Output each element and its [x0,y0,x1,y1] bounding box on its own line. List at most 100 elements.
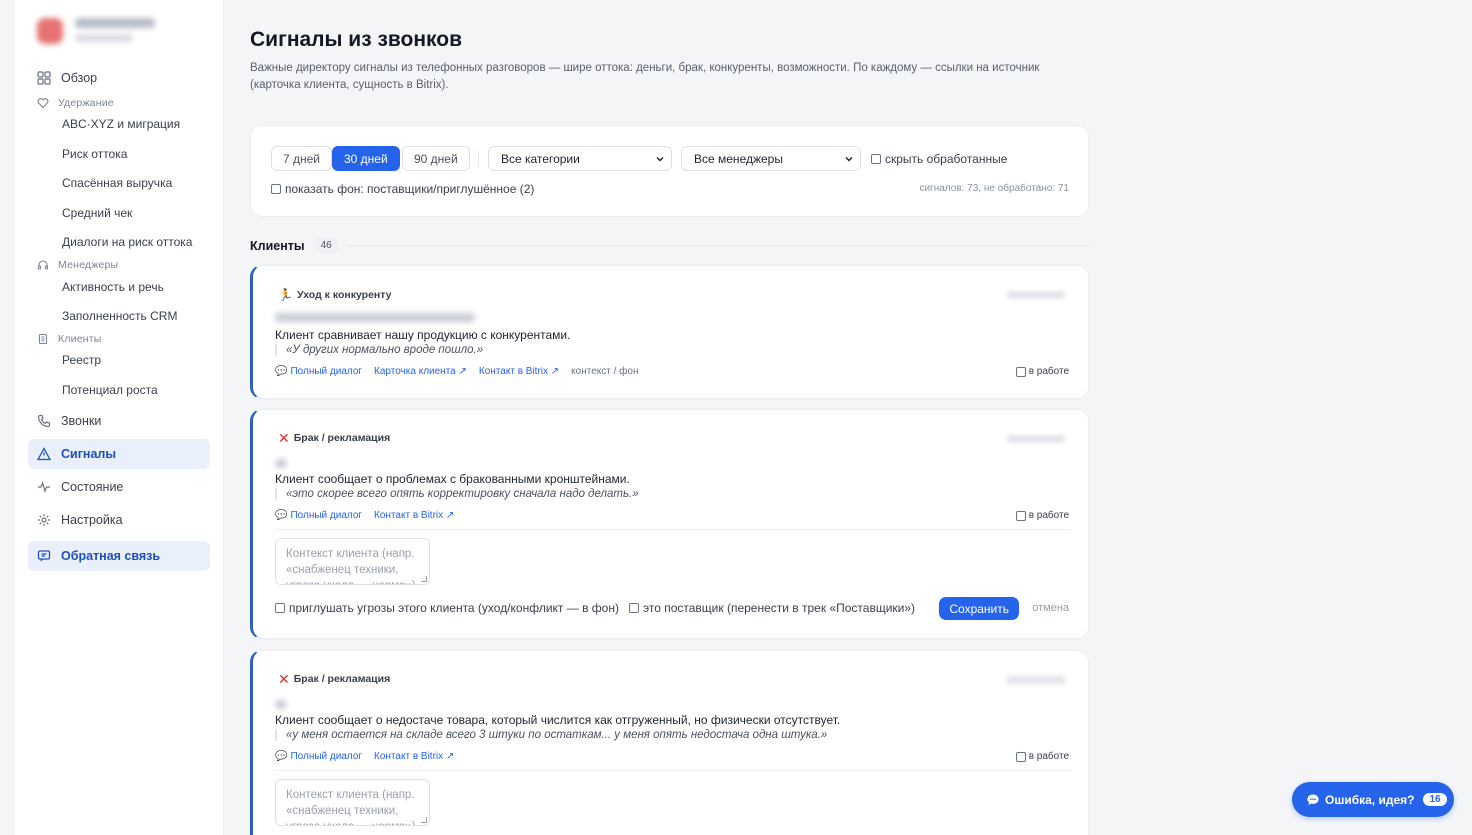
divider [478,151,479,167]
show-background-checkbox[interactable]: показать фон: поставщики/приглушённое (2… [271,182,534,196]
sidebar-item-signals[interactable]: Сигналы [28,439,210,469]
sidebar-item-growth-potential[interactable]: Потенциал роста [62,379,212,401]
cancel-button[interactable]: отмена [1032,602,1069,614]
filters-panel: 7 дней 30 дней 90 дней Все категории Все… [250,125,1089,217]
bitrix-contact-link[interactable]: Контакт в Bitrix ↗ [479,366,559,377]
nav-group-managers: Менеджеры [37,259,118,271]
resize-handle[interactable] [421,576,427,582]
sidebar-item-status[interactable]: Состояние [28,473,210,501]
checkbox-label: это поставщик (перенести в трек «Поставщ… [642,601,916,615]
full-dialog-link[interactable]: 💬 Полный диалог [275,751,362,762]
sidebar: Обзор Удержание ABC·XYZ и миграция Риск … [15,0,224,835]
checkbox-box[interactable] [871,154,881,164]
speech-bubble-icon: 💬 [275,751,288,762]
checkbox-box[interactable] [275,603,285,613]
client-card-link[interactable]: Карточка клиента ↗ [374,366,467,377]
nav-group-retention: Удержание [37,97,114,109]
bitrix-contact-link[interactable]: Контакт в Bitrix ↗ [374,510,454,521]
checkbox-box[interactable] [628,603,639,613]
checkbox-label: в работе [1028,510,1069,521]
hide-processed-checkbox[interactable]: скрыть обработанные [871,152,1007,166]
textarea-placeholder: Контекст клиента (напр. «снабженец техни… [286,548,416,584]
sidebar-item-avg-check[interactable]: Средний чек [62,202,212,224]
cross-icon: ✕ [278,430,290,446]
sidebar-item-abc-xyz[interactable]: ABC·XYZ и миграция [62,113,212,135]
checkbox-label: в работе [1028,366,1069,377]
sidebar-item-label: Обзор [61,71,98,85]
client-context-textarea[interactable]: Контекст клиента (напр. «снабженец техни… [275,779,430,826]
section-divider [347,245,1089,246]
client-name-blurred[interactable] [275,700,287,709]
bitrix-contact-link[interactable]: Контакт в Bitrix ↗ [374,751,454,762]
client-options: приглушать угрозы этого клиента (уход/ко… [275,601,915,615]
count-badge: 46 [312,238,340,253]
context-background-link[interactable]: контекст / фон [571,366,638,377]
signal-quote: «у меня остается на складе всего 3 штуки… [275,729,827,741]
building-icon [38,333,48,345]
client-context-textarea[interactable]: Контекст клиента (напр. «снабженец техни… [275,538,430,585]
category-label: Уход к конкуренту [296,289,392,301]
mute-threats-checkbox[interactable]: приглушать угрозы этого клиента (уход/ко… [275,601,619,615]
heart-icon [37,98,49,109]
checkbox-label: скрыть обработанные [885,152,1008,166]
grid-icon [37,71,51,85]
signal-summary: Клиент сообщает о недостаче товара, кото… [275,713,841,727]
page-title: Сигналы из звонков [250,28,463,51]
brand-subtitle-blurred [75,34,133,42]
chat-bubble-icon [1307,794,1319,805]
full-dialog-link[interactable]: 💬 Полный диалог [275,366,362,377]
in-work-checkbox[interactable]: в работе [1015,366,1069,377]
sidebar-item-calls[interactable]: Звонки [28,407,210,435]
in-work-checkbox[interactable]: в работе [1015,510,1069,521]
signal-category: 🏃 Уход к конкуренту [278,288,392,302]
checkbox-box[interactable] [1015,510,1026,521]
signal-date-blurred [1006,291,1066,299]
brand[interactable] [37,16,187,50]
is-supplier-checkbox[interactable]: это поставщик (перенести в трек «Поставщ… [628,601,916,615]
textarea-placeholder: Контекст клиента (напр. «снабженец техни… [286,789,416,825]
feedback-fab-button[interactable]: Ошибка, идея? 16 [1292,782,1454,817]
checkbox-box[interactable] [271,184,281,194]
link-label: Полный диалог [290,510,363,521]
signal-card: ✕ Брак / рекламация Клиент сообщает о пр… [250,409,1089,639]
nav-group-label: Удержание [58,97,114,109]
category-select[interactable]: Все категории [488,146,672,171]
sidebar-item-settings[interactable]: Настройка [28,506,210,534]
signal-links: 💬 Полный диалог Контакт в Bitrix ↗ [275,510,454,521]
period-30-days-button[interactable]: 30 дней [332,146,400,171]
sidebar-item-churn-dialogs[interactable]: Диалоги на риск оттока [62,231,212,253]
phone-icon [37,414,51,428]
save-button[interactable]: Сохранить [939,597,1019,620]
full-dialog-link[interactable]: 💬 Полный диалог [275,510,362,521]
signal-card: 🏃 Уход к конкуренту Клиент сравнивает на… [250,265,1089,399]
sidebar-item-churn-risk[interactable]: Риск оттока [62,143,212,165]
sidebar-item-feedback[interactable]: Обратная связь [28,541,210,571]
nav-group-label: Клиенты [58,333,102,345]
sidebar-item-registry[interactable]: Реестр [62,349,212,371]
sidebar-item-overview[interactable]: Обзор [28,64,210,92]
signal-stats: сигналов: 73, не обработано: 71 [919,183,1069,194]
pulse-icon [38,481,50,493]
chevron-down-icon [656,156,664,162]
in-work-checkbox[interactable]: в работе [1015,751,1069,762]
sidebar-item-crm-fill[interactable]: Заполненность CRM [62,305,212,327]
checkbox-box[interactable] [1015,751,1026,762]
cross-icon: ✕ [278,671,290,687]
link-label: Полный диалог [290,751,363,762]
manager-select[interactable]: Все менеджеры [681,146,861,171]
resize-handle[interactable] [421,817,427,823]
nav-group-label: Менеджеры [58,259,119,271]
checkbox-box[interactable] [1015,366,1026,377]
signal-date-blurred [1006,435,1066,443]
category-label: Брак / рекламация [293,432,391,444]
client-name-blurred[interactable] [275,313,475,322]
brand-logo [37,18,63,44]
client-name-blurred[interactable] [275,459,287,468]
period-90-days-button[interactable]: 90 дней [402,146,470,171]
sidebar-item-saved-revenue[interactable]: Спасённая выручка [62,172,212,194]
chevron-down-icon [845,156,853,162]
sidebar-item-activity-speech[interactable]: Активность и речь [62,276,212,298]
signal-date-blurred [1006,676,1066,684]
link-label: Полный диалог [290,366,363,377]
period-7-days-button[interactable]: 7 дней [271,146,333,171]
